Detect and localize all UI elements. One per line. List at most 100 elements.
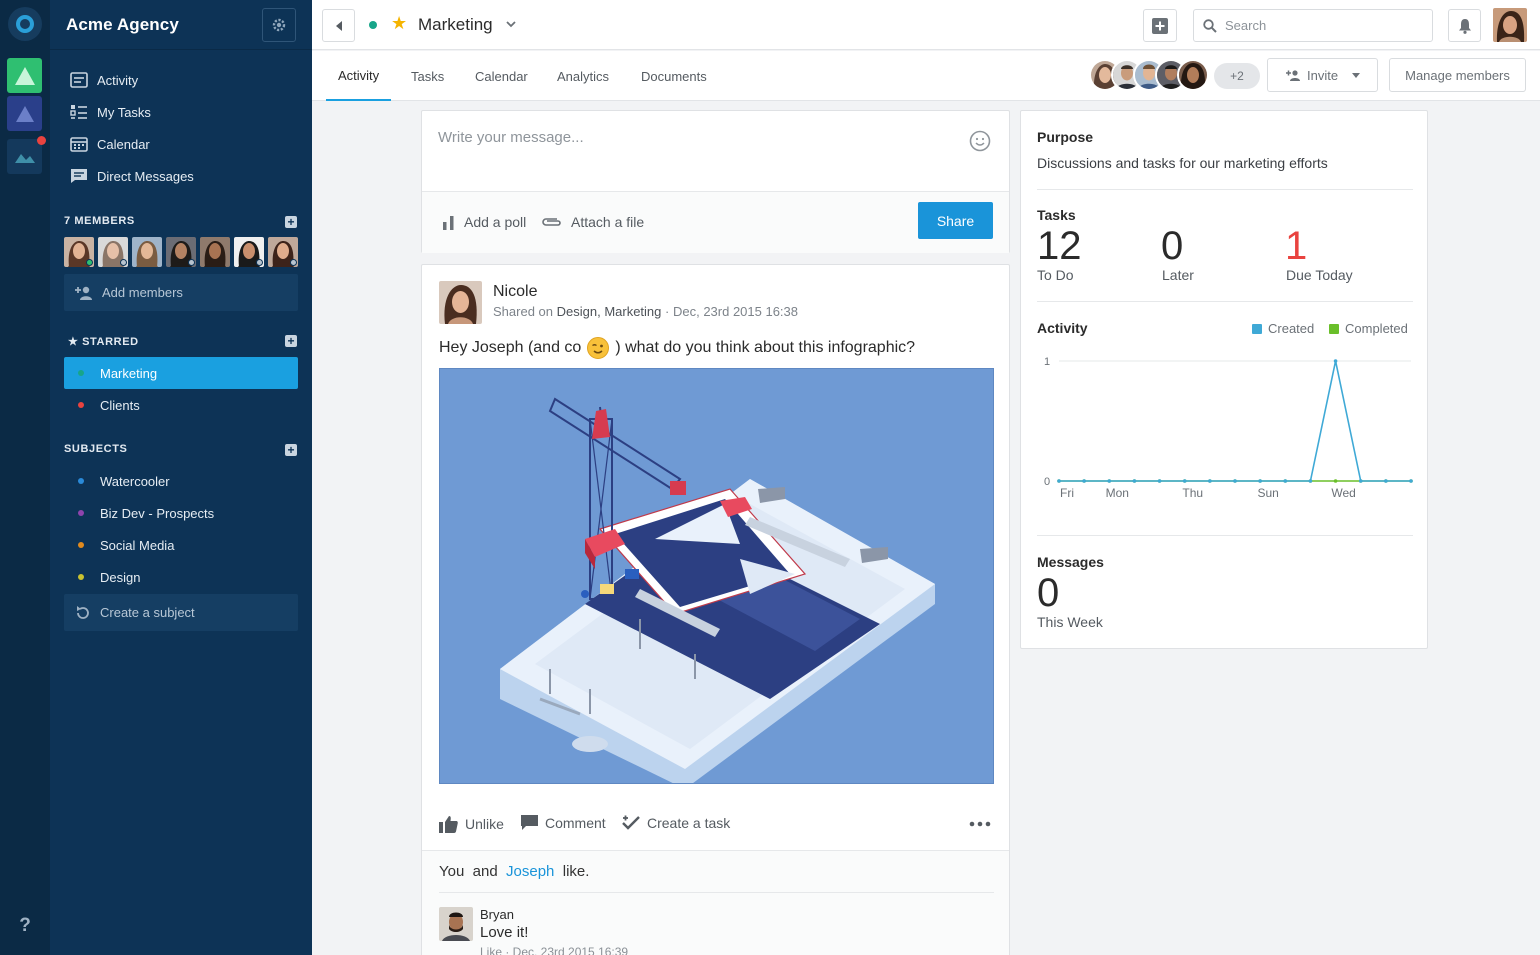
poll-icon xyxy=(443,215,454,230)
post-actions: Unlike Comment Create a task xyxy=(439,815,994,837)
avatar[interactable] xyxy=(439,907,473,941)
wink-emoji-icon xyxy=(587,337,610,359)
due-today-label: Due Today xyxy=(1286,267,1353,283)
member-avatar[interactable] xyxy=(98,237,128,267)
create-task-button[interactable]: Create a task xyxy=(622,815,730,831)
invite-label: Invite xyxy=(1307,67,1339,83)
tasks-icon xyxy=(70,105,87,119)
workspace-switch-1[interactable] xyxy=(7,58,42,93)
member-avatar[interactable] xyxy=(64,237,94,267)
add-members-button[interactable]: Add members xyxy=(64,274,298,311)
infographic-image[interactable] xyxy=(439,368,994,784)
add-member-icon[interactable]: + xyxy=(285,216,297,228)
comment-author[interactable]: Bryan xyxy=(480,907,514,922)
new-item-button[interactable] xyxy=(1143,9,1177,42)
member-avatar[interactable] xyxy=(132,237,162,267)
search-icon xyxy=(1203,18,1217,33)
activity-icon xyxy=(70,72,88,88)
member-avatar[interactable] xyxy=(200,237,230,267)
member-avatar[interactable] xyxy=(166,237,196,267)
nav-activity[interactable]: Activity xyxy=(70,68,138,92)
likes-and: and xyxy=(472,863,498,880)
caret-left-icon xyxy=(335,20,342,31)
messages-count[interactable]: 0 xyxy=(1037,571,1059,615)
tab-tasks[interactable]: Tasks xyxy=(411,51,444,101)
channel-color-dot xyxy=(78,478,84,484)
search-input[interactable] xyxy=(1225,18,1415,33)
todo-count[interactable]: 12 xyxy=(1037,224,1082,268)
divider xyxy=(439,892,994,893)
starred-item[interactable]: Marketing xyxy=(64,357,298,389)
subject-item[interactable]: Watercooler xyxy=(64,465,298,497)
attach-file-button[interactable]: Attach a file xyxy=(541,214,644,230)
post-text: Hey Joseph (and co ) what do you think a… xyxy=(439,337,915,359)
add-poll-button[interactable]: Add a poll xyxy=(442,214,526,230)
data-point-created xyxy=(1157,479,1162,483)
add-members-label: Add members xyxy=(102,285,183,300)
add-starred-icon[interactable]: + xyxy=(285,335,297,347)
manage-members-button[interactable]: Manage members xyxy=(1389,58,1526,92)
comment-meta[interactable]: Like · Dec, 23rd 2015 16:39 xyxy=(480,945,628,955)
due-today-count[interactable]: 1 xyxy=(1285,224,1307,268)
chevron-down-icon[interactable] xyxy=(505,18,517,30)
workspace-switch-2[interactable] xyxy=(7,96,42,131)
star-icon[interactable]: ★ xyxy=(391,13,407,34)
user-avatar[interactable] xyxy=(1493,8,1527,42)
workspace-switch-3[interactable] xyxy=(7,136,46,174)
member-avatar[interactable] xyxy=(234,237,264,267)
refresh-icon xyxy=(77,605,89,619)
share-button[interactable]: Share xyxy=(918,202,993,239)
subjects-section-title: SUBJECTS xyxy=(64,443,128,455)
post-author[interactable]: Nicole xyxy=(493,283,537,301)
data-point-created xyxy=(1283,479,1288,483)
data-point-created xyxy=(1384,479,1388,483)
member-avatar[interactable] xyxy=(268,237,298,267)
subject-item[interactable]: Design xyxy=(64,561,298,593)
tab-calendar[interactable]: Calendar xyxy=(475,51,528,101)
subject-item[interactable]: Biz Dev - Prospects xyxy=(64,497,298,529)
activity-chart: 0 1 Fri Mon Thu Sun Wed xyxy=(1044,356,1413,500)
sidebar-header: Acme Agency xyxy=(50,0,312,50)
tab-documents[interactable]: Documents xyxy=(641,51,707,101)
checkmark-icon xyxy=(622,815,640,830)
emoji-icon[interactable] xyxy=(969,130,991,152)
workspace-name: Acme Agency xyxy=(66,15,179,34)
subject-label: Design xyxy=(100,569,141,585)
app-logo[interactable] xyxy=(8,7,42,41)
message-input[interactable] xyxy=(438,129,958,169)
liker-link[interactable]: Joseph xyxy=(506,863,554,880)
create-subject-label: Create a subject xyxy=(100,605,195,620)
x-tick-label: Wed xyxy=(1331,486,1355,500)
invite-button[interactable]: Invite xyxy=(1267,58,1378,92)
nav-direct-messages[interactable]: Direct Messages xyxy=(70,164,194,188)
legend-completed: Completed xyxy=(1329,321,1408,336)
channel-title[interactable]: Marketing xyxy=(418,15,493,35)
comment-button[interactable]: Comment xyxy=(521,815,606,831)
later-count[interactable]: 0 xyxy=(1161,224,1183,268)
subject-item[interactable]: Social Media xyxy=(64,529,298,561)
nav-calendar[interactable]: Calendar xyxy=(70,132,150,156)
help-button[interactable]: ? xyxy=(0,915,50,937)
data-point-created xyxy=(1258,479,1262,483)
activity-title: Activity xyxy=(1037,320,1088,336)
back-button[interactable] xyxy=(322,9,355,42)
unlike-button[interactable]: Unlike xyxy=(439,815,504,833)
nav-my-tasks[interactable]: My Tasks xyxy=(70,100,151,124)
messages-label: This Week xyxy=(1037,614,1103,630)
channel-color-dot xyxy=(369,21,377,29)
avatar[interactable] xyxy=(439,281,482,324)
create-subject-button[interactable]: Create a subject xyxy=(64,594,298,631)
settings-button[interactable] xyxy=(262,8,296,42)
starred-item[interactable]: Clients xyxy=(64,389,298,421)
add-subject-icon[interactable]: + xyxy=(285,444,297,456)
legend-created: Created xyxy=(1252,321,1314,336)
post-channels[interactable]: Design, Marketing xyxy=(557,304,662,319)
tab-analytics[interactable]: Analytics xyxy=(557,51,609,101)
extra-members-count[interactable]: +2 xyxy=(1214,63,1260,89)
member-faces[interactable] xyxy=(1089,59,1209,91)
data-point-created xyxy=(1308,479,1313,483)
search-box[interactable] xyxy=(1193,9,1433,42)
notifications-button[interactable] xyxy=(1448,9,1481,42)
tab-activity[interactable]: Activity xyxy=(326,51,392,101)
more-options-icon[interactable] xyxy=(969,821,991,827)
